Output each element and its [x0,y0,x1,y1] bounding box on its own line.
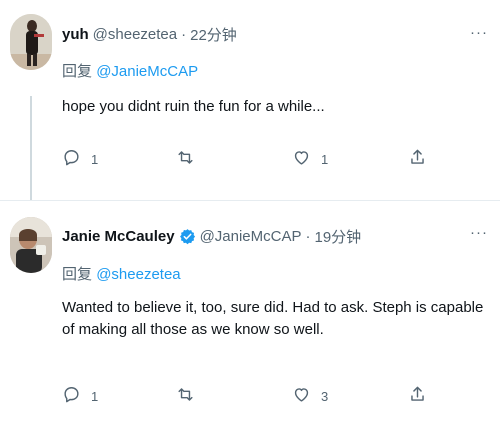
mention-link[interactable]: @JanieMcCAP [96,63,198,80]
reply-count: 1 [91,151,99,167]
tweet-header: Janie McCauley @JanieMcCAP · 19分钟 [62,226,361,247]
more-icon[interactable]: ··· [470,24,488,41]
reply-prefix: 回复 [62,266,93,283]
action-bar: 1 3 [62,385,442,409]
replying-to: 回复 @JanieMcCAP [62,60,198,81]
share-icon [408,385,427,407]
user-handle[interactable]: @sheezetea [93,26,177,43]
reply-button[interactable]: 1 [62,385,98,407]
display-name[interactable]: Janie McCauley [62,228,175,245]
verified-badge-icon [179,228,196,245]
display-name[interactable]: yuh [62,26,89,43]
share-icon [408,148,427,170]
tweet-text: hope you didnt ruin the fun for a while.… [62,98,325,115]
timestamp[interactable]: 19分钟 [315,226,362,247]
avatar[interactable] [10,14,52,70]
tweet-header: yuh @sheezetea · 22分钟 [62,24,237,45]
separator-dot: · [305,228,311,245]
like-icon [292,385,311,407]
retweet-icon [176,385,195,407]
retweet-button[interactable] [176,385,205,407]
retweet-icon [176,148,195,170]
reply-count: 1 [91,388,99,404]
like-count: 3 [321,388,329,404]
reply-button[interactable]: 1 [62,148,98,170]
mention-link[interactable]: @sheezetea [96,266,180,283]
thread-connector [30,96,32,201]
share-button[interactable] [408,385,427,407]
avatar[interactable] [10,217,52,273]
retweet-button[interactable] [176,148,205,170]
reply-icon [62,148,81,170]
tweet-text: Wanted to believe it, too, sure did. Had… [62,299,484,338]
like-count: 1 [321,151,329,167]
reply-icon [62,385,81,407]
more-icon[interactable]: ··· [470,224,488,241]
tweet[interactable]: yuh @sheezetea · 22分钟 ··· 回复 @JanieMcCAP… [0,0,500,201]
like-icon [292,148,311,170]
user-handle[interactable]: @JanieMcCAP [200,228,302,245]
separator-dot: · [181,26,187,43]
like-button[interactable]: 1 [292,148,328,170]
action-bar: 1 1 [62,148,442,172]
share-button[interactable] [408,148,427,170]
timestamp[interactable]: 22分钟 [190,24,237,45]
reply-prefix: 回复 [62,63,93,80]
replying-to: 回复 @sheezetea [62,263,181,284]
like-button[interactable]: 3 [292,385,328,407]
